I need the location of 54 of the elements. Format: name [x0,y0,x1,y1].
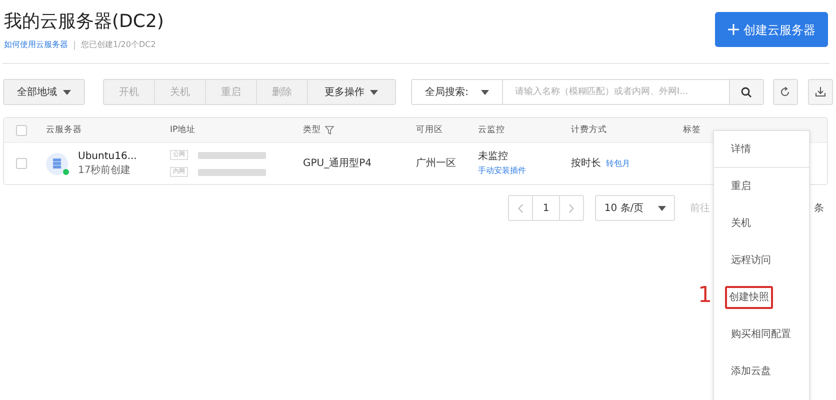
server-stack-icon [52,158,62,169]
menu-item[interactable]: 购买相同配置 [731,327,791,342]
monitor-status: 未监控 [478,150,509,164]
column-header: 云监控 [478,124,505,136]
search-scope-dropdown[interactable]: 全局搜索: [410,79,503,105]
search-icon [740,86,752,98]
quota-text: 您已创建1/20个DC2 [81,39,156,51]
create-server-button[interactable]: 创建云服务器 [715,12,828,47]
annotation-number: 1 [698,283,712,309]
chevron-left-icon [518,204,523,212]
column-header: 计费方式 [571,124,607,136]
created-time: 17秒前创建 [78,164,132,178]
refresh-icon [780,87,790,97]
caret-icon [62,90,71,94]
blurred-ip [198,152,266,158]
instance-type: GPU_通用型P4 [303,158,372,169]
monthly-link[interactable]: 转包月 [606,158,630,170]
select-all-checkbox[interactable] [16,124,27,136]
refresh-button[interactable] [772,79,798,105]
caret-icon [480,90,489,94]
download-button[interactable] [808,79,833,105]
page-size-dropdown[interactable]: 10 条/页 [595,195,675,221]
page-number[interactable]: 1 [533,196,559,220]
unit-label: 条 [814,202,824,216]
column-header: 可用区 [416,124,443,136]
column-header: 云服务器 [46,124,82,136]
server-name[interactable]: Ubuntu16... [78,150,137,164]
menu-item[interactable]: 创建快照 [725,286,773,309]
column-header: 标签 [683,124,701,136]
billing-mode: 按时长 [571,156,601,171]
menu-item[interactable]: 关机 [731,216,751,231]
caret-icon [370,90,378,94]
filter-icon[interactable] [325,126,335,134]
action-button[interactable]: 更多操作 [308,80,395,104]
menu-item[interactable]: 添加云盘 [731,364,771,379]
install-plugin-link[interactable]: 手动安装插件 [478,164,571,178]
blurred-ip [198,168,266,176]
column-header: 类型 [303,124,321,136]
goto-label: 前往 [690,202,710,216]
page-title: 我的云服务器(DC2) [4,10,164,34]
row-checkbox[interactable] [16,158,27,169]
column-header: IP地址 [170,124,196,136]
zone-text: 广州一区 [416,158,456,169]
chevron-right-icon [569,204,574,212]
plus-icon [728,24,738,35]
search-button[interactable] [728,79,764,105]
menu-item[interactable]: 重启 [731,179,751,194]
menu-item[interactable]: 远程访问 [731,253,771,268]
download-icon [814,87,826,97]
help-link[interactable]: 如何使用云服务器 [4,39,68,51]
region-dropdown[interactable]: 全部地域 [3,79,85,105]
menu-item[interactable]: 详情 [731,142,751,156]
caret-icon [658,206,666,210]
search-field[interactable]: 请输入名称（模糊匹配）或者内网、外网I... [502,79,729,105]
